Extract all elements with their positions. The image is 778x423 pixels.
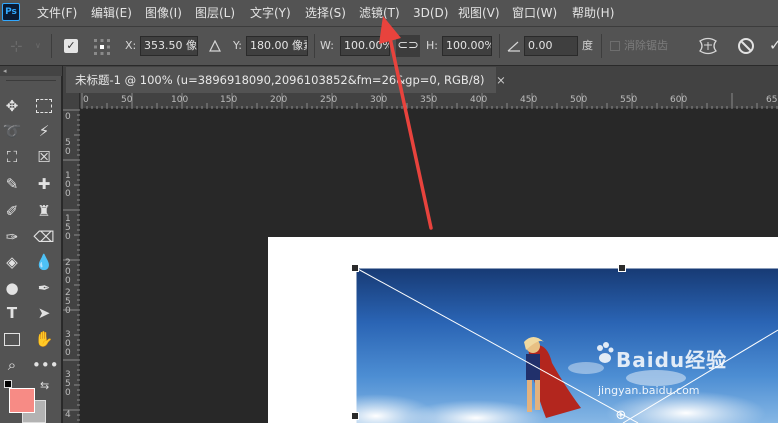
crop-tool-icon[interactable]: ⛶	[0, 145, 24, 169]
ruler-label: 0	[65, 189, 71, 199]
divider	[51, 34, 52, 58]
eraser-tool-icon[interactable]: ⌫	[32, 225, 56, 249]
eyedropper-tool-icon[interactable]: ✎	[0, 172, 24, 196]
frame-tool-icon[interactable]: ☒	[32, 145, 56, 169]
default-colors-icon[interactable]	[4, 380, 12, 388]
ruler-label: 0	[65, 232, 71, 242]
menu-file[interactable]: 文件(F)	[37, 0, 77, 26]
photoshop-logo-icon: Ps	[2, 3, 20, 21]
anti-alias-label: 消除锯齿	[624, 39, 668, 52]
ruler-label: 450	[520, 95, 538, 105]
rectangle-tool-icon[interactable]	[0, 327, 24, 351]
ruler-label: 500	[570, 95, 588, 105]
healing-brush-tool-icon[interactable]: ✚	[32, 172, 56, 196]
menu-select[interactable]: 选择(S)	[305, 0, 346, 26]
move-tool-icon[interactable]: ✥	[0, 94, 24, 118]
clone-stamp-tool-icon[interactable]: ♜	[32, 199, 56, 223]
baidu-jingyan-watermark: Baidu经验 jingyan.baidu.com	[596, 340, 776, 400]
relative-position-triangle-icon[interactable]	[209, 40, 221, 52]
reference-point-checkbox[interactable]: ✓	[64, 39, 78, 53]
foreground-color-swatch[interactable]	[9, 388, 35, 413]
warp-mode-icon[interactable]	[697, 36, 719, 56]
more-tools-icon[interactable]: •••	[32, 353, 59, 377]
ruler-label: 4	[65, 410, 71, 420]
close-tab-icon[interactable]: ×	[496, 73, 506, 87]
tool-preset-chevron-icon[interactable]: ∨	[35, 42, 43, 50]
ruler-label: 250	[320, 95, 338, 105]
menu-window[interactable]: 窗口(W)	[512, 0, 557, 26]
ruler-label: 150	[220, 95, 238, 105]
ruler-label: 600	[670, 95, 688, 105]
toolbar-grip	[6, 80, 56, 81]
ruler-label: 65	[766, 95, 778, 105]
ruler-label: 0	[65, 306, 71, 316]
menu-view[interactable]: 视图(V)	[458, 0, 500, 26]
annotation-arrow	[379, 16, 433, 230]
y-label: Y:	[233, 39, 242, 52]
cancel-transform-icon[interactable]	[737, 37, 755, 55]
ruler-label: 100	[171, 95, 189, 105]
brush-tool-icon[interactable]: ✐	[0, 199, 24, 223]
history-brush-tool-icon[interactable]: ✑	[0, 225, 24, 249]
marquee-tool-icon[interactable]	[32, 94, 56, 118]
width-label: W:	[320, 39, 334, 52]
dodge-tool-icon[interactable]: ●	[0, 276, 24, 300]
watermark-url: jingyan.baidu.com	[598, 384, 700, 397]
commit-transform-icon[interactable]: ✓	[769, 35, 778, 55]
ruler-label: 0	[65, 348, 71, 358]
ruler-label: 0	[65, 147, 71, 157]
zoom-tool-icon[interactable]: ⌕	[0, 353, 24, 377]
transform-handle-top-left[interactable]	[351, 264, 359, 272]
transform-handle-middle-left[interactable]	[351, 412, 359, 420]
ruler-label: 50	[121, 95, 133, 105]
transform-handle-top-center[interactable]	[618, 264, 626, 272]
menu-help[interactable]: 帮助(H)	[572, 0, 614, 26]
reference-point-grid-icon[interactable]	[92, 37, 112, 57]
swap-colors-icon[interactable]: ⇆	[40, 380, 52, 392]
magic-wand-tool-icon[interactable]: ⚡	[32, 119, 56, 143]
x-position-field[interactable]: 353.50 像素	[140, 36, 198, 56]
ruler-label: 0	[65, 276, 71, 286]
height-field[interactable]: 100.00%	[442, 36, 492, 56]
watermark-brand: Baidu经验	[616, 348, 728, 372]
ruler-label: 400	[470, 95, 488, 105]
menu-edit[interactable]: 编辑(E)	[91, 0, 132, 26]
rotation-angle-field[interactable]: 0.00	[524, 36, 578, 56]
x-label: X:	[125, 39, 137, 52]
lasso-tool-icon[interactable]: ➰	[0, 119, 24, 143]
type-tool-icon[interactable]: T	[0, 301, 24, 325]
transform-reference-point-icon[interactable]: ⊕	[614, 409, 628, 423]
ruler-label: 0	[83, 95, 89, 105]
menu-image[interactable]: 图像(I)	[145, 0, 182, 26]
ruler-label: 0	[65, 112, 71, 122]
divider	[314, 34, 315, 58]
pen-tool-icon[interactable]: ✒	[32, 276, 56, 300]
menu-type[interactable]: 文字(Y)	[250, 0, 291, 26]
baidu-paw-logo-icon	[597, 342, 614, 363]
blur-tool-icon[interactable]: 💧	[32, 250, 56, 274]
anti-alias-checkbox[interactable]	[610, 41, 620, 51]
divider	[499, 34, 500, 58]
collapse-toolbar-chevron-icon[interactable]: ◂	[0, 66, 62, 76]
hand-tool-icon[interactable]: ✋	[32, 327, 56, 351]
ruler-label: 550	[620, 95, 638, 105]
transform-tool-icon[interactable]: ⊹	[10, 36, 30, 56]
angle-unit-label: 度	[582, 39, 593, 52]
menu-layer[interactable]: 图层(L)	[195, 0, 235, 26]
path-selection-tool-icon[interactable]: ➤	[32, 301, 56, 325]
y-position-field[interactable]: 180.00 像素	[246, 36, 308, 56]
divider	[601, 34, 602, 58]
paint-bucket-tool-icon[interactable]: ◈	[0, 250, 24, 274]
ruler-label: 200	[270, 95, 288, 105]
angle-icon	[507, 41, 520, 52]
ruler-label: 0	[65, 388, 71, 398]
